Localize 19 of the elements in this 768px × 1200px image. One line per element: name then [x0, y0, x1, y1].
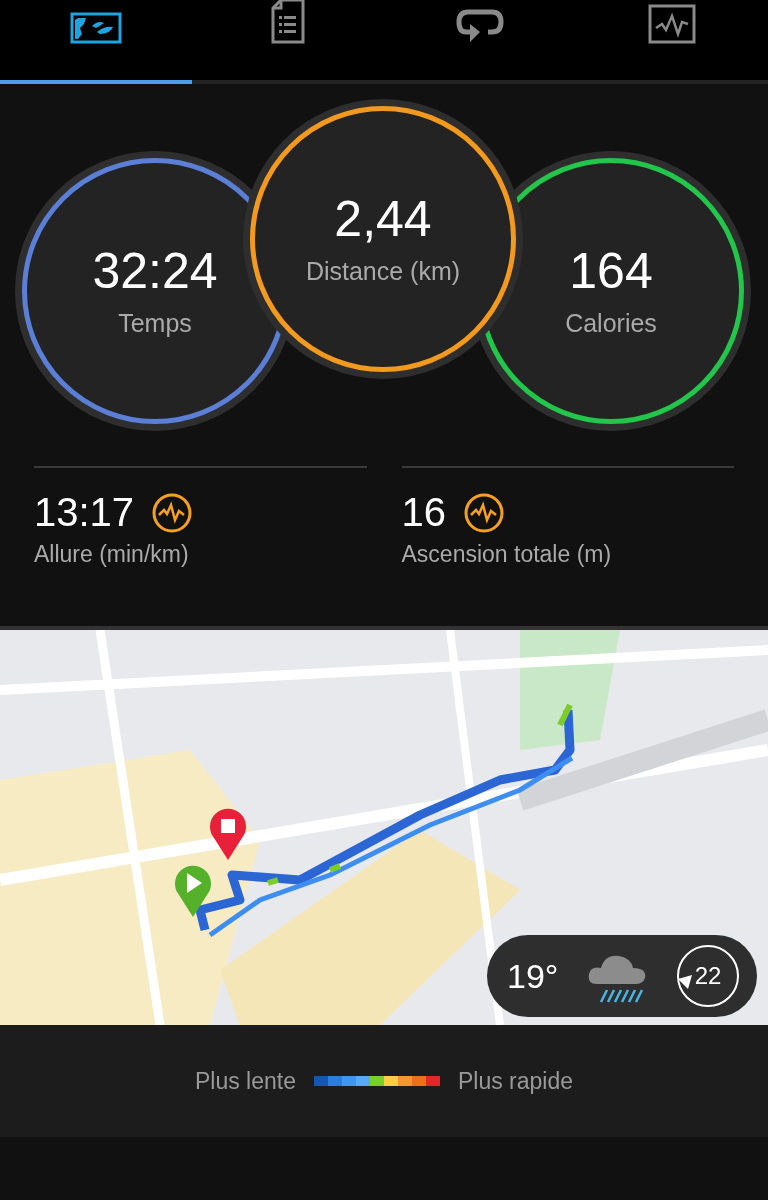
stat-value: 16 [401, 490, 446, 535]
document-list-icon [271, 0, 305, 44]
map-icon [70, 12, 122, 44]
temperature: 19° [507, 956, 559, 996]
stat-label: Temps [118, 309, 192, 338]
start-pin-icon [173, 863, 213, 919]
stat-label: Ascension totale (m) [401, 541, 613, 568]
stat-value: 2,44 [334, 192, 432, 247]
stat-value: 164 [569, 244, 653, 299]
legend-label: Plus lente [194, 1067, 296, 1095]
stat-label: Distance (km) [305, 257, 461, 286]
stop-pin-icon [208, 806, 248, 862]
stat-value: 32:24 [92, 244, 218, 299]
activity-chart-icon [648, 4, 696, 44]
stat-label: Allure (min/km) [34, 541, 190, 568]
stat-value: 13:17 [34, 490, 135, 535]
stat-label: Calories [565, 309, 657, 338]
legend-label: Plus rapide [457, 1067, 574, 1095]
wind-speed: 22 [694, 962, 722, 990]
